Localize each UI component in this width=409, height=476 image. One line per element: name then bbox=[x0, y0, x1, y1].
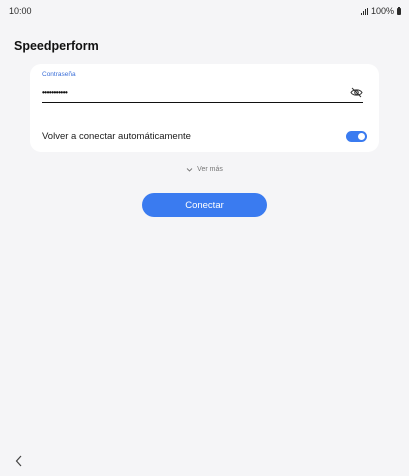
eye-off-icon[interactable] bbox=[349, 85, 363, 99]
auto-reconnect-row[interactable]: Volver a conectar automáticamente bbox=[42, 128, 367, 144]
back-chevron-icon[interactable] bbox=[12, 454, 26, 468]
auto-reconnect-toggle[interactable] bbox=[346, 130, 367, 142]
connect-button[interactable]: Conectar bbox=[142, 193, 267, 217]
password-field[interactable]: ••••••••••• bbox=[42, 82, 363, 103]
status-indicators: 100% bbox=[360, 6, 401, 16]
connection-card: Contraseña ••••••••••• Volver a conectar… bbox=[30, 64, 379, 152]
battery-percent: 100% bbox=[370, 6, 394, 16]
signal-icon bbox=[360, 7, 368, 15]
view-more-link[interactable]: Ver más bbox=[0, 166, 409, 173]
password-label: Contraseña bbox=[42, 71, 76, 78]
wifi-password-screen: 10:00 100% Speedperform Contraseña •••••… bbox=[0, 0, 409, 476]
view-more-label: Ver más bbox=[197, 166, 223, 173]
password-value[interactable]: ••••••••••• bbox=[42, 88, 68, 97]
battery-icon bbox=[397, 6, 401, 15]
auto-reconnect-label: Volver a conectar automáticamente bbox=[42, 130, 191, 142]
network-name-title: Speedperform bbox=[14, 39, 99, 53]
status-time: 10:00 bbox=[9, 6, 32, 16]
chevron-down-icon bbox=[186, 166, 193, 173]
status-bar: 10:00 100% bbox=[0, 0, 409, 22]
